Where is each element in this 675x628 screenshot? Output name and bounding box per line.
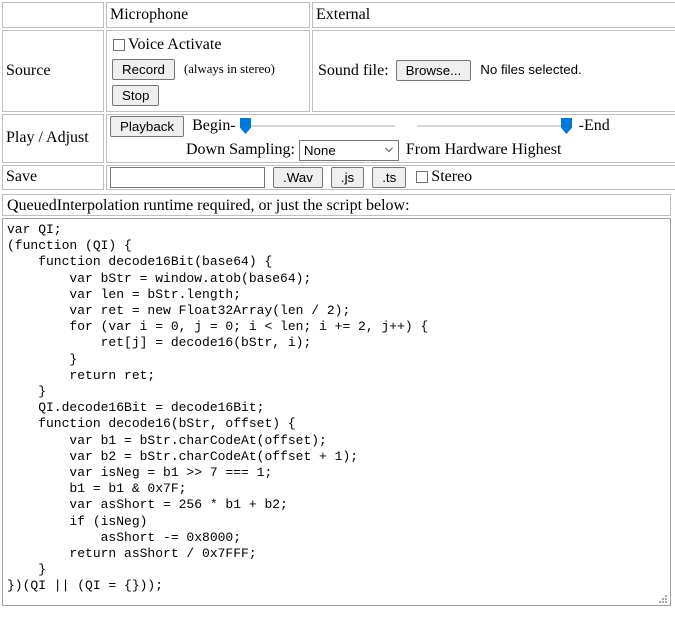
begin-slider-thumb[interactable]: [239, 118, 251, 135]
source-row: Source Voice Activate Record (always in …: [2, 30, 675, 112]
end-slider[interactable]: [416, 116, 572, 136]
play-adjust-row: Play / Adjust Playback Begin- -End Down …: [2, 113, 675, 163]
down-sampling-label: Down Sampling:: [186, 141, 295, 159]
record-button[interactable]: Record: [112, 58, 175, 80]
save-row: Save .Wav .js .ts Stereo: [2, 164, 675, 190]
playback-button[interactable]: Playback: [110, 115, 185, 137]
header-microphone: Microphone: [106, 2, 310, 28]
voice-activate-label: Voice Activate: [128, 36, 222, 53]
from-hardware-label: From Hardware Highest: [405, 141, 562, 159]
down-sampling-selected-value: None: [303, 142, 336, 158]
end-slider-track: [416, 125, 572, 128]
save-controls-cell: .Wav .js .ts Stereo: [106, 164, 675, 190]
play-adjust-controls-cell: Playback Begin- -End Down Sampling: None…: [106, 113, 675, 163]
end-slider-thumb[interactable]: [560, 118, 572, 135]
save-filename-input[interactable]: [110, 166, 265, 188]
file-status-text: No files selected.: [480, 62, 582, 78]
sound-file-label: Sound file:: [318, 62, 389, 79]
begin-slider[interactable]: [239, 116, 395, 136]
runtime-note: QueuedInterpolation runtime required, or…: [2, 193, 671, 216]
stop-button[interactable]: Stop: [112, 84, 160, 106]
browse-button[interactable]: Browse...: [395, 60, 472, 82]
save-ts-button[interactable]: .ts: [372, 166, 407, 188]
stereo-checkbox[interactable]: [416, 171, 429, 184]
save-row-label: Save: [2, 164, 104, 190]
play-adjust-row-label: Play / Adjust: [2, 113, 104, 163]
save-wav-button[interactable]: .Wav: [273, 166, 323, 188]
table-header-row: Microphone External: [2, 2, 675, 28]
begin-slider-track: [239, 125, 395, 128]
source-external-cell: Sound file: Browse... No files selected.: [312, 30, 675, 112]
stereo-label: Stereo: [431, 168, 473, 186]
code-editor-container: [2, 217, 671, 606]
header-blank-cell: [2, 2, 104, 28]
source-microphone-cell: Voice Activate Record (always in stereo)…: [106, 30, 310, 112]
source-row-label: Source: [2, 30, 104, 112]
down-sampling-select[interactable]: None: [298, 139, 399, 161]
begin-label: Begin-: [192, 117, 236, 135]
audio-recorder-panel: Microphone External Source Voice Activat…: [0, 0, 675, 192]
voice-activate-checkbox[interactable]: [113, 38, 125, 51]
save-js-button[interactable]: .js: [330, 166, 365, 188]
script-textarea[interactable]: [2, 217, 671, 606]
chevron-down-icon: [385, 147, 393, 153]
end-label: -End: [578, 117, 610, 135]
record-note: (always in stereo): [183, 62, 275, 77]
header-external: External: [312, 2, 675, 28]
voice-activate-row[interactable]: Voice Activate: [112, 36, 306, 54]
